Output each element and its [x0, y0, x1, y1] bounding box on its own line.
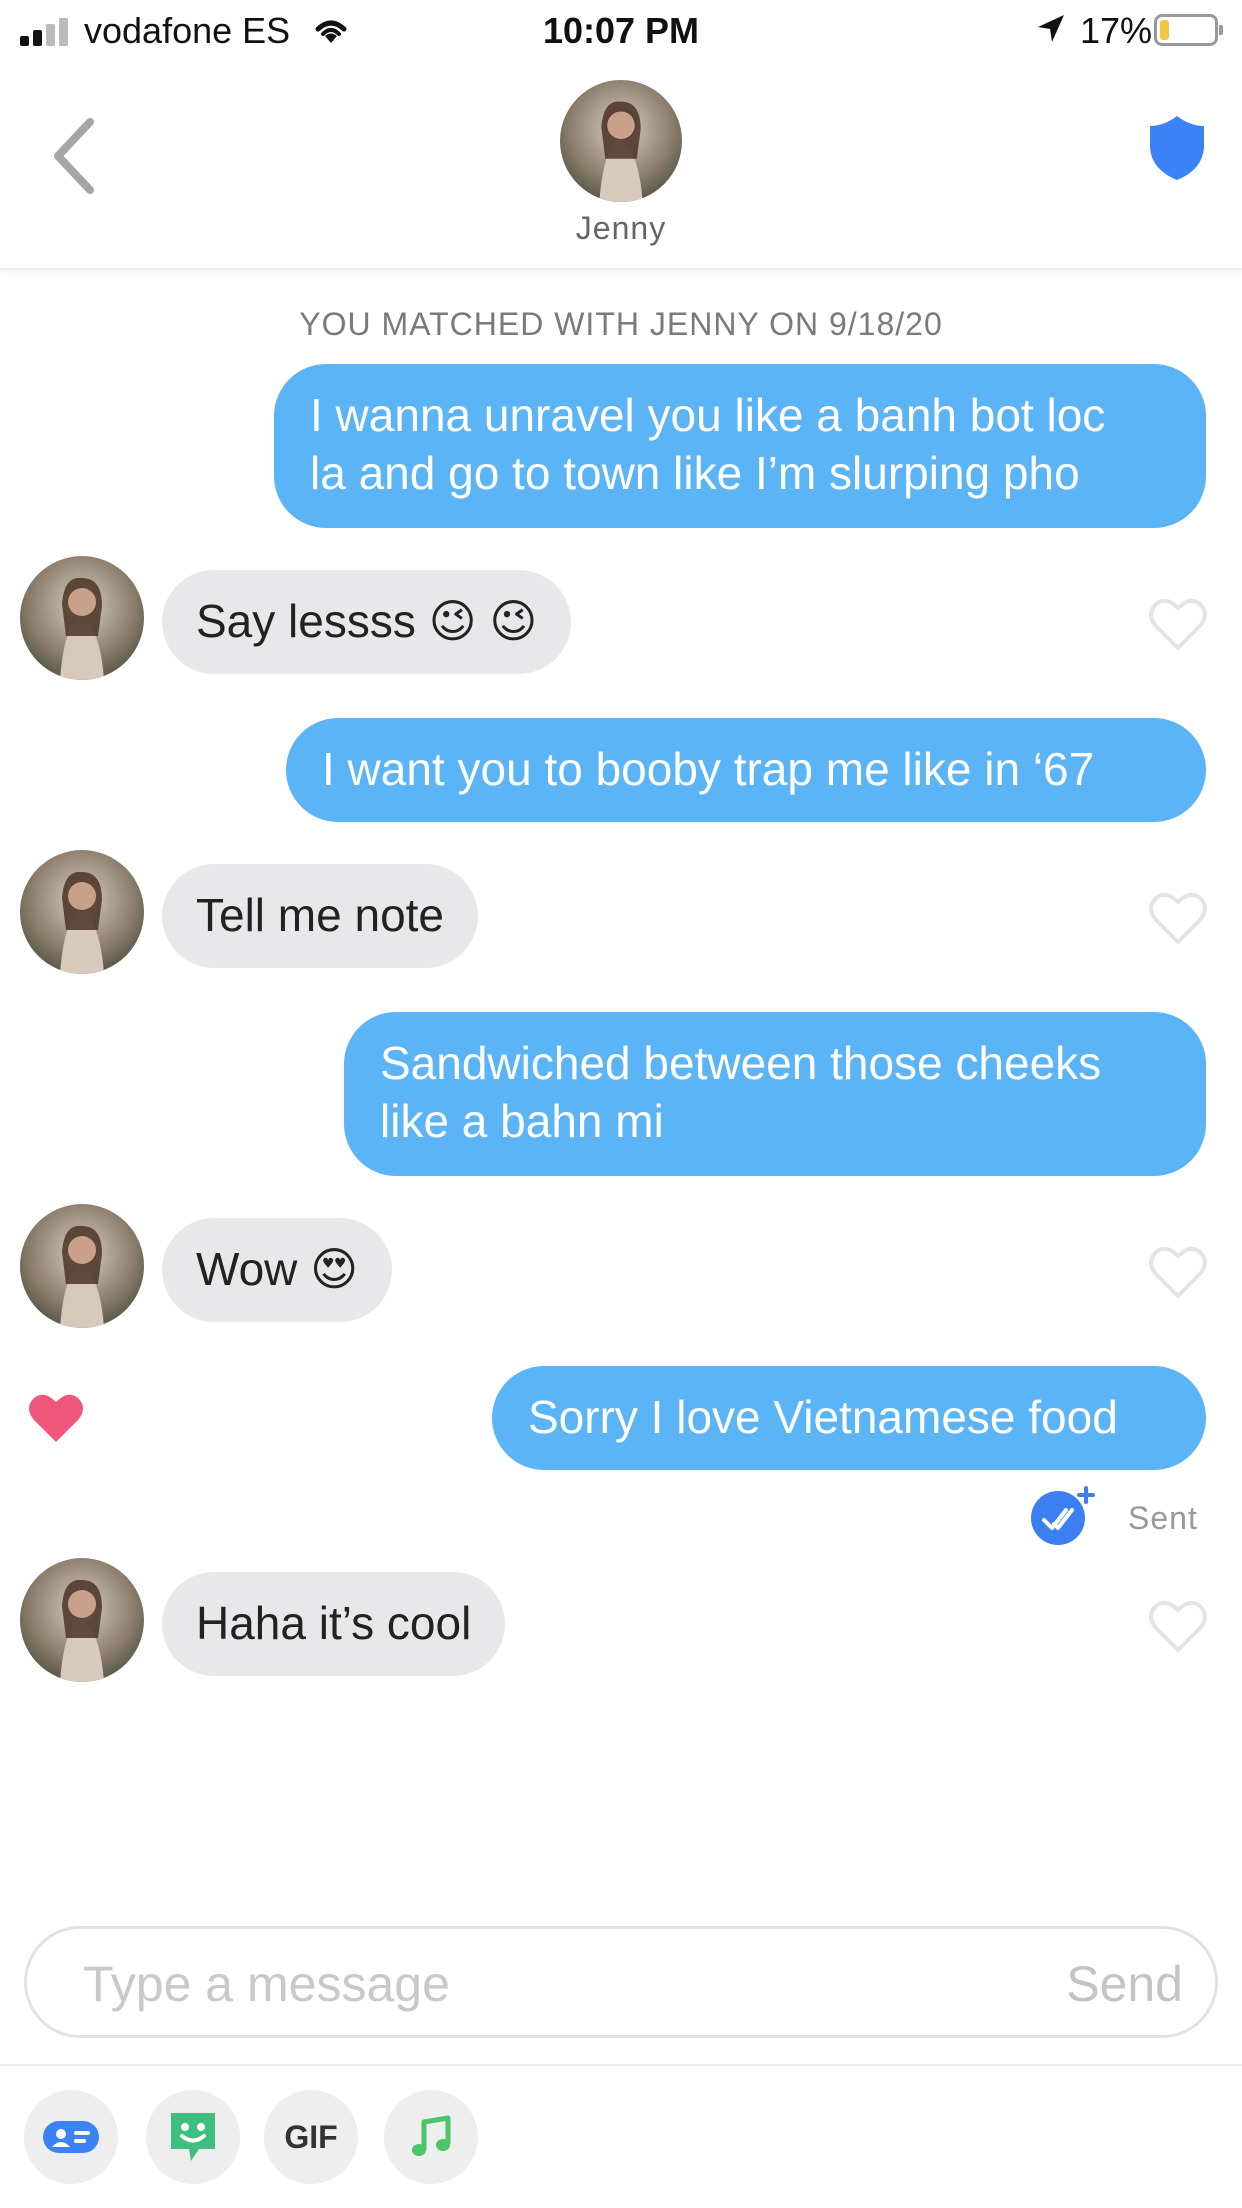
shield-icon — [1150, 116, 1204, 180]
heart-filled-icon — [29, 1394, 83, 1442]
incoming-message-bubble[interactable]: Haha it’s cool — [162, 1572, 506, 1676]
battery-level-fill — [1160, 20, 1169, 40]
message-text-line: Sandwiched between those cheeks — [380, 1037, 1102, 1089]
sticker-icon — [171, 2113, 215, 2161]
message-text-line: la and go to town like I’m slurping pho — [310, 447, 1080, 499]
outgoing-message-bubble[interactable]: Sandwiched between those cheeks like a b… — [344, 1012, 1206, 1176]
message-input[interactable] — [83, 1953, 983, 2015]
read-receipt-icon[interactable] — [1030, 1484, 1100, 1548]
message-text: Say lessss 😉 😉 — [196, 595, 538, 647]
sent-status-label: Sent — [1128, 1500, 1198, 1536]
gif-icon: GIF — [284, 2118, 338, 2155]
outgoing-message-bubble[interactable]: Sorry I love Vietnamese food — [492, 1366, 1206, 1470]
avatar[interactable] — [20, 556, 144, 680]
avatar[interactable] — [20, 1558, 144, 1682]
battery-icon — [1154, 14, 1223, 46]
avatar[interactable] — [20, 1204, 144, 1328]
music-note-icon — [412, 2115, 451, 2156]
message-text: Sorry I love Vietnamese food — [528, 1391, 1118, 1443]
heart-outline-icon[interactable] — [1148, 890, 1208, 946]
safety-shield-button[interactable] — [1146, 112, 1208, 184]
message-text: Wow 😍 — [196, 1243, 359, 1295]
contact-card-icon — [43, 2121, 99, 2153]
contact-name[interactable]: Jenny — [0, 210, 1242, 247]
message-text: Haha it’s cool — [196, 1597, 472, 1649]
divider — [0, 2064, 1242, 2066]
outgoing-message-bubble[interactable]: I wanna unravel you like a banh bot loc … — [274, 364, 1206, 528]
match-date-label: YOU MATCHED WITH JENNY ON 9/18/20 — [299, 306, 943, 342]
music-button[interactable] — [384, 2090, 478, 2184]
message-text-line: like a bahn mi — [380, 1095, 664, 1147]
message-text: Tell me note — [196, 889, 445, 941]
contact-avatar[interactable] — [560, 80, 682, 202]
status-bar: vodafone ES 10:07 PM 17% — [0, 0, 1242, 62]
sticker-button[interactable] — [146, 2090, 240, 2184]
chat-header: Jenny — [0, 62, 1242, 270]
message-text-line: I wanna unravel you like a banh bot loc — [310, 389, 1106, 441]
incoming-message-bubble[interactable]: Tell me note — [162, 864, 479, 968]
gif-button[interactable]: GIF — [264, 2090, 358, 2184]
message-composer: Send — [24, 1926, 1218, 2038]
back-button[interactable] — [40, 110, 110, 200]
contact-card-button[interactable] — [24, 2090, 118, 2184]
heart-outline-icon[interactable] — [1148, 1598, 1208, 1654]
location-arrow-icon — [1034, 12, 1068, 55]
incoming-message-bubble[interactable]: Say lessss 😉 😉 — [162, 570, 572, 674]
outgoing-message-bubble[interactable]: I want you to booby trap me like in ‘67 — [286, 718, 1206, 822]
incoming-message-bubble[interactable]: Wow 😍 — [162, 1218, 393, 1322]
battery-percentage: 17% — [1080, 10, 1153, 51]
heart-outline-icon[interactable] — [1148, 1244, 1208, 1300]
chevron-left-icon — [54, 118, 94, 194]
message-text: I want you to booby trap me like in ‘67 — [322, 743, 1095, 795]
avatar[interactable] — [20, 850, 144, 974]
send-button[interactable]: Send — [1066, 1955, 1183, 2013]
heart-outline-icon[interactable] — [1148, 596, 1208, 652]
